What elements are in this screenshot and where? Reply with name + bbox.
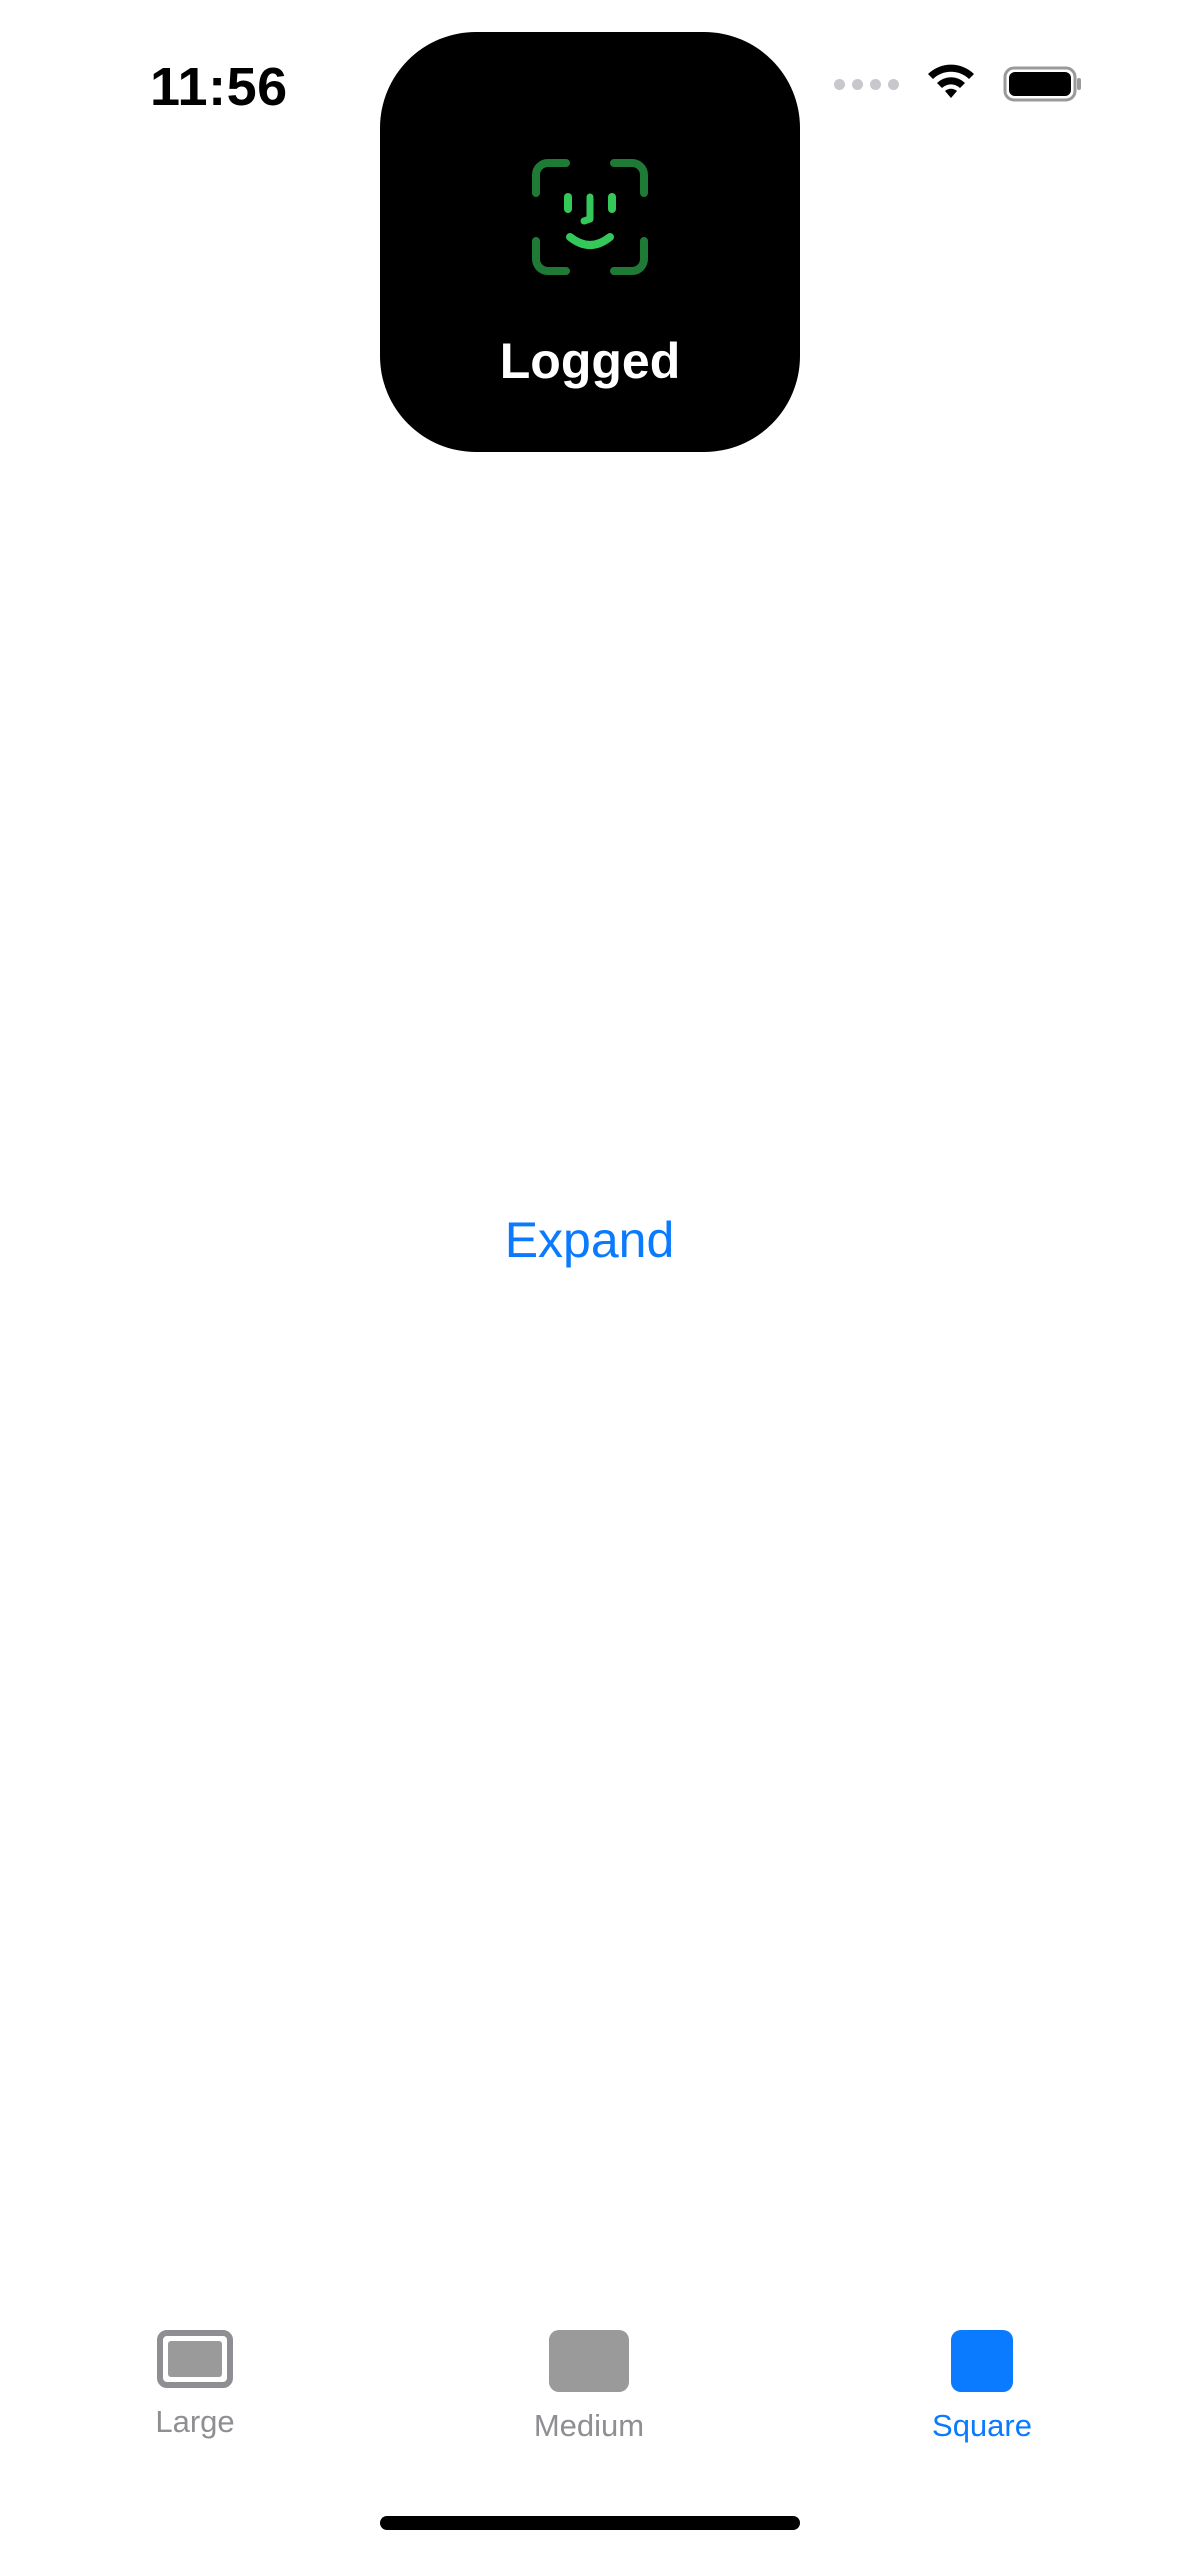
cellular-signal-icon <box>834 78 899 90</box>
tab-large[interactable]: Large <box>75 2320 315 2440</box>
tab-bar: Large Medium Square <box>0 2320 1179 2470</box>
wifi-icon <box>928 64 974 98</box>
tab-label-medium: Medium <box>533 2408 645 2443</box>
status-time: 11:56 <box>150 57 288 117</box>
tab-label-large: Large <box>155 2404 235 2439</box>
large-rect-icon <box>157 2330 233 2388</box>
dynamic-island-hud: Logged <box>380 32 800 452</box>
face-id-icon <box>532 159 648 275</box>
tab-label-square: Square <box>932 2408 1032 2443</box>
expand-button[interactable]: Expand <box>0 1210 1179 1270</box>
square-icon <box>951 2330 1013 2392</box>
island-status-label: Logged <box>499 333 681 389</box>
tab-square[interactable]: Square <box>862 2320 1102 2444</box>
tab-medium[interactable]: Medium <box>469 2320 709 2444</box>
medium-rect-icon <box>549 2330 629 2392</box>
status-icons <box>834 64 1083 104</box>
battery-icon <box>1003 66 1081 102</box>
home-indicator[interactable] <box>380 2516 800 2530</box>
